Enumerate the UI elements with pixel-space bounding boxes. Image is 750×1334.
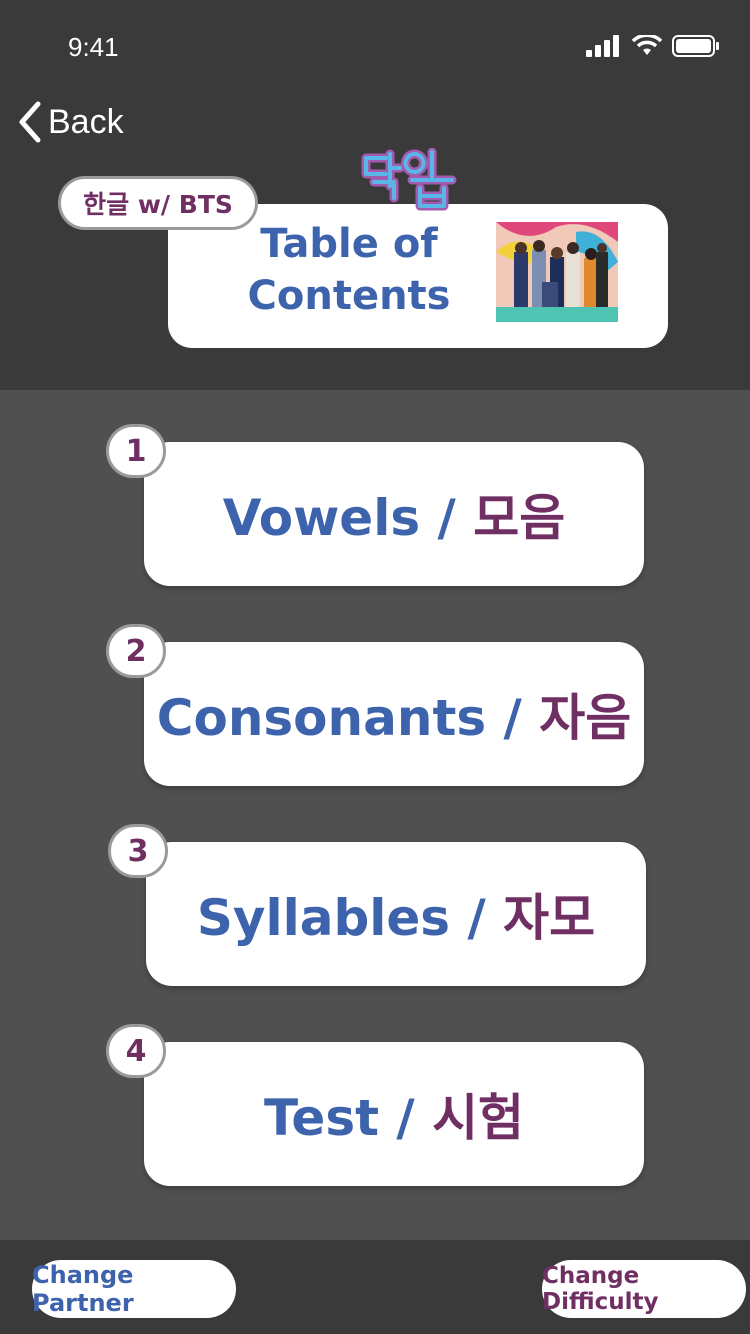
menu-label-en: Test — [263, 1089, 379, 1147]
menu-item-consonants[interactable]: Consonants / 자음 — [144, 642, 644, 786]
change-difficulty-button[interactable]: Change Difficulty — [542, 1260, 746, 1318]
menu-label-separator: / — [486, 689, 540, 747]
menu-label: Consonants / 자음 — [157, 678, 631, 750]
menu-label-en: Vowels — [222, 489, 421, 547]
status-icons — [586, 34, 720, 58]
back-label: Back — [48, 102, 124, 141]
menu-label-en: Syllables — [196, 889, 451, 947]
back-button[interactable]: Back — [16, 100, 124, 144]
change-partner-button[interactable]: Change Partner — [32, 1260, 236, 1318]
menu-number-badge: 3 — [108, 824, 168, 878]
menu-label: Vowels / 모음 — [223, 478, 565, 550]
toc-title: Table of Contents — [247, 221, 451, 319]
menu-label-separator: / — [420, 489, 474, 547]
menu-label: Test / 시험 — [264, 1078, 524, 1150]
battery-icon — [672, 35, 719, 57]
menu-label-ko: 모음 — [473, 489, 566, 547]
menu-label-en: Consonants — [156, 689, 487, 747]
menu-number-badge: 2 — [106, 624, 166, 678]
menu-label-ko: 자모 — [503, 889, 596, 947]
signal-icon — [586, 35, 619, 57]
menu-label-separator: / — [378, 1089, 433, 1147]
menu-item-vowels[interactable]: Vowels / 모음 — [144, 442, 644, 586]
menu-label: Syllables / 자모 — [197, 878, 595, 950]
menu-label-ko: 시험 — [432, 1089, 525, 1147]
menu-label-ko: 자음 — [539, 689, 632, 747]
menu-number-badge: 4 — [106, 1024, 166, 1078]
menu-label-separator: / — [450, 889, 504, 947]
menu-number-badge: 1 — [106, 424, 166, 478]
brand-pill: 한글 w/ BTS — [58, 176, 258, 230]
menu-item-syllables[interactable]: Syllables / 자모 — [146, 842, 646, 986]
menu-item-test[interactable]: Test / 시험 — [144, 1042, 644, 1186]
wifi-icon — [632, 35, 662, 55]
deokup-logo — [360, 147, 460, 224]
group-photo — [496, 222, 618, 322]
status-time: 9:41 — [68, 32, 119, 62]
chevron-left-icon — [19, 101, 41, 143]
